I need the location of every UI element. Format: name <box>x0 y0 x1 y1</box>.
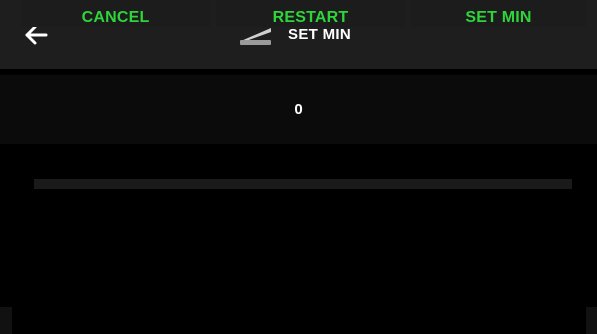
cancel-button[interactable]: CANCEL <box>21 0 210 27</box>
value-display: 0 <box>0 75 597 144</box>
restart-button-label: RESTART <box>272 9 349 26</box>
cancel-button-label: CANCEL <box>81 9 150 26</box>
level-track <box>34 179 572 189</box>
page-title: SET MIN <box>288 26 351 43</box>
restart-button[interactable]: RESTART <box>216 0 405 27</box>
min-value: 0 <box>294 101 303 118</box>
set-min-button-label: SET MIN <box>465 9 532 26</box>
footer-edge-left <box>0 307 12 334</box>
set-min-button[interactable]: SET MIN <box>411 0 586 27</box>
footer-edge-right <box>586 307 597 334</box>
footer-bar <box>0 307 597 334</box>
